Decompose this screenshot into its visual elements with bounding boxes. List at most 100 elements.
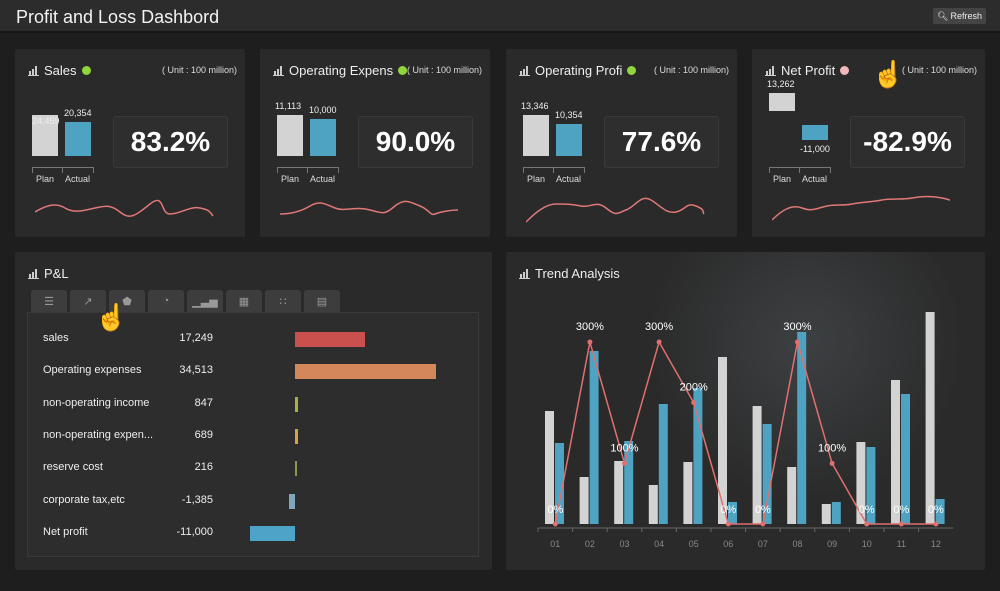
ratio-point	[864, 521, 870, 527]
ratio-point	[587, 339, 593, 345]
plan-axis-label: Plan	[281, 174, 300, 184]
ratio-point	[898, 521, 904, 527]
actual-bar	[65, 121, 91, 156]
ratio-label: 300%	[783, 321, 811, 333]
pointer-hand-icon: ☝	[95, 302, 128, 332]
ratio-point	[760, 521, 766, 527]
kpi-title: Operating Profi	[535, 63, 623, 78]
plan-bar	[891, 380, 900, 524]
x-tick-label: 06	[723, 539, 733, 549]
bar-chart-icon	[28, 268, 39, 279]
kpi-title: Sales	[44, 63, 77, 78]
actual-bar	[556, 124, 582, 156]
pointer-hand-icon: ☝	[872, 59, 905, 89]
kpi-card-1[interactable]: Operating Expens ( Unit : 100 million) 1…	[260, 49, 490, 237]
row-bar	[289, 493, 295, 509]
row-bar	[295, 396, 299, 412]
x-tick-label: 04	[654, 539, 664, 549]
refresh-button[interactable]: 🔍︎ Refresh	[933, 8, 986, 24]
search-icon: 🔍︎	[937, 10, 949, 21]
ratio-point	[691, 400, 697, 406]
row-bar	[250, 525, 295, 541]
header: Profit and Loss Dashbord 🔍︎ Refresh	[0, 0, 1000, 33]
plan-bar	[787, 467, 797, 524]
ratio-point	[933, 521, 939, 527]
ratio-line	[554, 340, 936, 525]
actual-bar	[802, 125, 828, 140]
actual-bar	[797, 332, 807, 524]
plan-axis-label: Plan	[773, 174, 792, 184]
bar-chart-icon	[273, 65, 284, 76]
scatter-icon: ∷	[279, 295, 287, 308]
tab-bar-chart[interactable]: ▁▃▅	[187, 290, 223, 312]
bar-chart-icon	[28, 65, 39, 76]
x-tick-label: 10	[862, 539, 872, 549]
row-value: -1,385	[181, 493, 213, 506]
line-chart-icon: ↗	[83, 295, 93, 308]
actual-bar	[658, 404, 668, 524]
tab-grid[interactable]: ▦	[226, 290, 262, 312]
row-value: 847	[194, 396, 213, 409]
sparkline	[526, 197, 705, 223]
trend-chart: 01 02 03 04 05 06 07 08 09 10 11 12 0% 300% 100% 300% 20…	[537, 312, 954, 549]
ratio-point	[829, 460, 835, 466]
actual-bar	[831, 502, 841, 524]
ratio-point	[795, 339, 800, 345]
plan-bar	[925, 312, 935, 524]
pl-panel: P&L ☰ ↗ ⬟ ◔ ▁▃▅ ▦ ∷ ▤ sales 17,249 Operating expe…	[15, 252, 492, 570]
ratio-label: 300%	[645, 321, 673, 333]
unit-label: ( Unit : 100 million)	[161, 65, 237, 75]
row-label: corporate tax,etc	[43, 493, 125, 506]
table-icon: ▤	[316, 295, 328, 308]
plan-bar	[718, 357, 727, 524]
bar-chart-icon	[519, 65, 530, 76]
row-value: 34,513	[179, 364, 213, 377]
x-tick-label: 02	[585, 539, 595, 549]
table-row: non-operating income 847	[28, 394, 480, 414]
actual-axis-label: Actual	[556, 174, 582, 184]
status-dot	[81, 66, 91, 75]
row-label: Net profit	[43, 525, 88, 538]
kpi-card-2[interactable]: Operating Profi ( Unit : 100 million) 13…	[506, 49, 737, 237]
tab-table[interactable]: ▤	[304, 290, 340, 312]
x-tick-label: 12	[931, 539, 941, 549]
ratio-point	[725, 521, 731, 527]
tab-pie[interactable]: ◔	[148, 290, 184, 312]
unit-label: ( Unit : 100 million)	[406, 65, 482, 75]
plan-bar	[683, 462, 693, 524]
ratio-label: 0%	[547, 504, 563, 516]
actual-value: 10,000	[309, 105, 337, 116]
achievement-percent: 83.2%	[113, 116, 228, 168]
plan-bar	[769, 93, 795, 111]
kpi-title: Net Profit	[781, 63, 836, 78]
kpi-card-3[interactable]: Net Profit ( Unit : 100 million) 13,262 …	[752, 49, 985, 237]
kpi-card-0[interactable]: Sales ( Unit : 100 million) 24,459 20,35…	[15, 49, 245, 237]
pie-icon: ◔	[162, 295, 170, 307]
row-value: 689	[194, 428, 213, 441]
ratio-label: 0%	[928, 504, 944, 516]
ratio-label: 0%	[755, 504, 771, 516]
row-label: reserve cost	[43, 461, 103, 474]
bar-chart-icon: ▁▃▅	[192, 295, 218, 308]
actual-axis-label: Actual	[802, 174, 828, 184]
tab-list[interactable]: ☰	[31, 290, 67, 312]
ratio-label: 300%	[576, 321, 604, 333]
ratio-label: 100%	[818, 442, 846, 454]
row-bar	[295, 461, 297, 477]
ratio-label: 0%	[720, 504, 736, 516]
row-label: non-operating income	[43, 396, 150, 409]
actual-value: 20,354	[64, 107, 92, 118]
x-tick-label: 01	[550, 539, 560, 549]
table-row: reserve cost 216	[28, 458, 480, 478]
tab-scatter[interactable]: ∷	[265, 290, 301, 312]
plan-bar	[579, 477, 589, 524]
achievement-percent: 90.0%	[358, 116, 473, 168]
list-icon: ☰	[44, 295, 54, 308]
page-title: Profit and Loss Dashbord	[16, 7, 220, 27]
ratio-point	[656, 339, 662, 345]
plan-bar	[648, 485, 658, 524]
ratio-label: 200%	[680, 382, 708, 394]
row-label: Operating expenses	[43, 364, 142, 377]
x-tick-label: 07	[758, 539, 768, 549]
achievement-percent: -82.9%	[850, 116, 965, 168]
